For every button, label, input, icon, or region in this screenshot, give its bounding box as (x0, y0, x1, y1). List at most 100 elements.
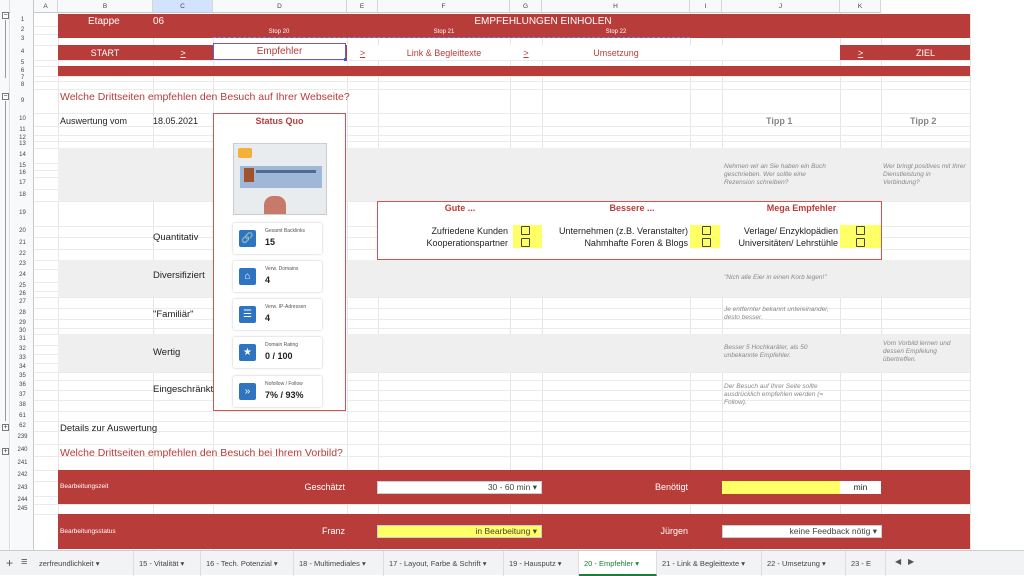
row-number[interactable]: 5 (11, 60, 34, 66)
row-number[interactable]: 36 (11, 382, 34, 388)
row-number[interactable]: 26 (11, 291, 34, 297)
collapse-group-icon[interactable]: − (2, 12, 9, 19)
row-number[interactable]: 239 (11, 434, 34, 440)
row-number[interactable]: 61 (11, 413, 34, 419)
row-number[interactable]: 7 (11, 75, 34, 81)
row-number[interactable]: 30 (11, 328, 34, 334)
checkbox-zufriedene-kunden[interactable] (517, 225, 533, 236)
scroll-tabs-right-icon[interactable]: ▶ (908, 557, 914, 566)
row-number[interactable]: 34 (11, 364, 34, 370)
row-number[interactable]: 27 (11, 299, 34, 305)
all-sheets-menu-icon[interactable]: ≡ (21, 556, 27, 568)
row-number[interactable]: 244 (11, 497, 34, 503)
tab-menu-icon[interactable]: ▾ (481, 559, 487, 568)
expand-group-icon[interactable]: + (2, 424, 9, 431)
sheet-tab[interactable]: 17 - Layout, Farbe & Schrift ▾ (384, 551, 504, 576)
details-label[interactable]: Details zur Auswertung (60, 423, 157, 434)
nav-ziel[interactable]: ZIEL (881, 48, 970, 58)
sheet-tab[interactable]: 22 - Umsetzung ▾ (762, 551, 846, 576)
row-number[interactable]: 6 (11, 68, 34, 74)
sheet-tab[interactable]: 18 - Multimediales ▾ (294, 551, 384, 576)
sheet-tab[interactable]: 15 - Vitalität ▾ (134, 551, 201, 576)
column-header-j[interactable]: J (722, 0, 840, 13)
checkbox-verlage[interactable] (852, 225, 868, 236)
juergen-status-dropdown[interactable]: keine Feedback nötig ▾ (722, 525, 882, 538)
sheet-tab[interactable]: 16 - Tech. Potenzial ▾ (201, 551, 294, 576)
tab-menu-icon[interactable]: ▾ (178, 559, 185, 568)
nav-arrow[interactable]: > (510, 48, 542, 58)
sheet-tab[interactable]: 19 - Hausputz ▾ (504, 551, 579, 576)
row-number[interactable]: 17 (11, 180, 34, 186)
row-number[interactable]: 19 (11, 210, 34, 216)
row-number[interactable]: 37 (11, 392, 34, 398)
row-number[interactable]: 11 (11, 127, 34, 133)
column-header-a[interactable]: A (34, 0, 58, 13)
row-number[interactable]: 10 (11, 116, 34, 122)
row-number[interactable]: 245 (11, 506, 34, 512)
nav-arrow[interactable]: > (840, 48, 881, 58)
row-number[interactable]: 1 (11, 17, 34, 23)
sheet-tab[interactable]: zerfreundlichkeit ▾ (34, 551, 134, 576)
row-number[interactable]: 31 (11, 336, 34, 342)
scroll-tabs-left-icon[interactable]: ◀ (895, 557, 901, 566)
tab-menu-icon[interactable]: ▾ (360, 559, 366, 568)
checkbox-foren-blogs[interactable] (698, 237, 714, 248)
nav-arrow[interactable]: > (347, 48, 378, 58)
benoetigt-input[interactable] (722, 481, 840, 494)
nav-link-begleittexte[interactable]: Link & Begleittexte (378, 48, 510, 58)
row-number[interactable]: 240 (11, 447, 34, 453)
sheet-tab[interactable]: 20 - Empfehler ▾ (579, 551, 657, 576)
row-number[interactable]: 35 (11, 373, 34, 379)
row-number[interactable]: 14 (11, 152, 34, 158)
row-number[interactable]: 241 (11, 460, 34, 466)
tab-menu-icon[interactable]: ▾ (94, 559, 100, 568)
row-number[interactable]: 13 (11, 141, 34, 147)
geschaetzt-dropdown[interactable]: 30 - 60 min ▾ (377, 481, 542, 494)
checkbox-universitaeten[interactable] (852, 237, 868, 248)
row-number[interactable]: 8 (11, 82, 34, 88)
tab-menu-icon[interactable]: ▾ (633, 559, 639, 568)
row-number[interactable]: 243 (11, 485, 34, 491)
column-header-d[interactable]: D (213, 0, 347, 13)
row-number[interactable]: 24 (11, 272, 34, 278)
row-number[interactable]: 3 (11, 36, 34, 42)
nav-start[interactable]: START (58, 48, 152, 58)
add-sheet-icon[interactable]: + (6, 556, 13, 570)
sheet-tab[interactable]: 21 - Link & Begleittexte ▾ (657, 551, 762, 576)
row-number[interactable]: 23 (11, 261, 34, 267)
column-header-c[interactable]: C (153, 0, 213, 13)
row-number[interactable]: 32 (11, 346, 34, 352)
row-number[interactable]: 242 (11, 472, 34, 478)
column-header-h[interactable]: H (542, 0, 690, 13)
nav-arrow[interactable]: > (153, 48, 213, 58)
row-number[interactable]: 38 (11, 402, 34, 408)
nav-umsetzung[interactable]: Umsetzung (542, 48, 690, 58)
tab-menu-icon[interactable]: ▾ (820, 559, 826, 568)
row-number[interactable]: 20 (11, 228, 34, 234)
tab-menu-icon[interactable]: ▾ (272, 559, 278, 568)
row-number[interactable]: 22 (11, 251, 34, 257)
checkbox-unternehmen[interactable] (698, 225, 714, 236)
expand-group-icon[interactable]: + (2, 448, 9, 455)
row-number[interactable]: 12 (11, 135, 34, 141)
row-number[interactable]: 16 (11, 170, 34, 176)
row-number[interactable]: 18 (11, 192, 34, 198)
row-number[interactable]: 15 (11, 163, 34, 169)
row-number[interactable]: 25 (11, 283, 34, 289)
nav-empfehler-current[interactable]: Empfehler (213, 43, 346, 60)
row-number[interactable]: 33 (11, 355, 34, 361)
tab-menu-icon[interactable]: ▾ (739, 559, 745, 568)
franz-status-dropdown[interactable]: in Bearbeitung ▾ (377, 525, 542, 538)
row-number[interactable]: 29 (11, 320, 34, 326)
column-header-k[interactable]: K (840, 0, 881, 13)
column-header-b[interactable]: B (58, 0, 153, 13)
row-number[interactable]: 28 (11, 310, 34, 316)
column-header-e[interactable]: E (347, 0, 378, 13)
row-number[interactable]: 4 (11, 49, 34, 55)
checkbox-kooperationspartner[interactable] (517, 237, 533, 248)
row-number[interactable]: 9 (11, 98, 34, 104)
row-number[interactable]: 21 (11, 240, 34, 246)
tab-menu-icon[interactable]: ▾ (556, 559, 562, 568)
row-number[interactable]: 62 (11, 423, 34, 429)
column-header-i[interactable]: I (690, 0, 722, 13)
